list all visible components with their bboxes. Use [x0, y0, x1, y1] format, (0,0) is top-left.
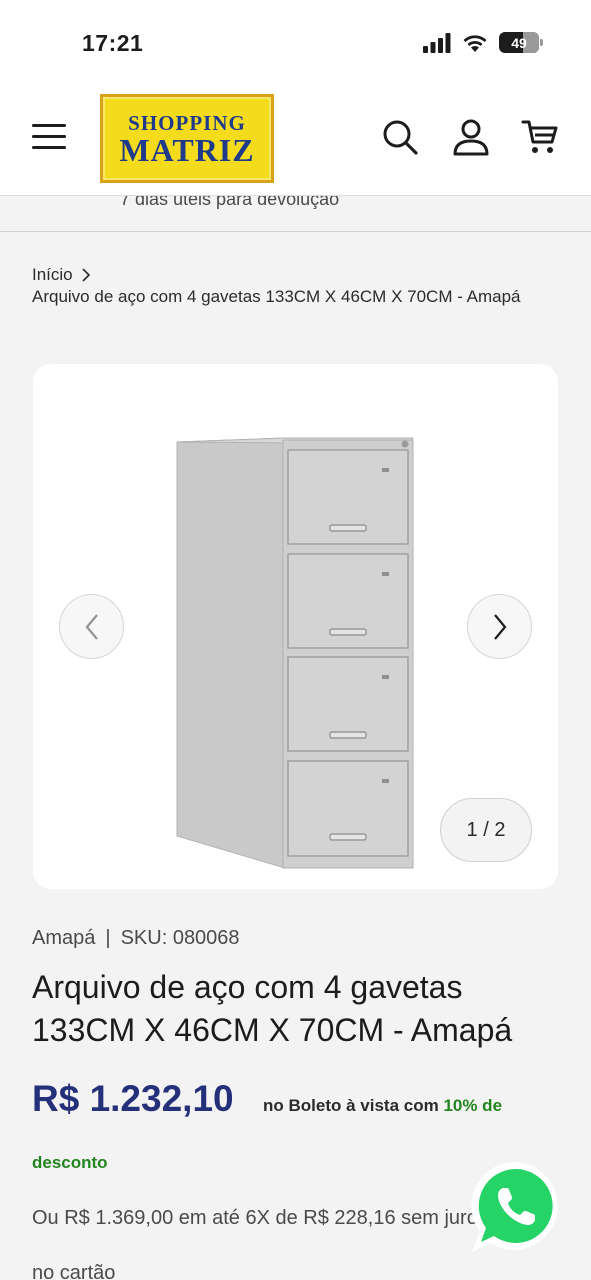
installments-tail: no cartão	[32, 1262, 116, 1280]
discount-percent: 10% de	[443, 1096, 503, 1115]
logo-line2: MATRIZ	[119, 131, 255, 168]
status-time: 17:21	[82, 30, 144, 56]
vendor-sku-line: Amapá | SKU: 080068	[32, 927, 240, 950]
site-logo[interactable]: SHOPPING MATRIZ	[100, 94, 274, 183]
product-gallery[interactable]: 1 / 2	[33, 364, 558, 889]
account-icon[interactable]	[452, 118, 490, 156]
signal-icon	[423, 32, 451, 53]
product-price: R$ 1.232,10	[32, 1078, 234, 1119]
status-bar: 17:21 49	[0, 0, 591, 80]
status-icons: 49	[423, 32, 543, 53]
chevron-right-icon	[493, 613, 506, 640]
announcement-bar: 7 dias úteis para devolução	[0, 196, 591, 232]
gallery-prev-button[interactable]	[59, 594, 124, 659]
whatsapp-icon[interactable]	[468, 1158, 566, 1256]
chevron-right-icon	[82, 268, 90, 282]
search-icon[interactable]	[381, 118, 419, 156]
boleto-note: no Boleto à vista com 10% de	[263, 1096, 502, 1116]
announcement-text: 7 dias úteis para devolução	[120, 196, 340, 209]
breadcrumb: Início Arquivo de aço com 4 gavetas 133C…	[32, 264, 532, 308]
breadcrumb-home-label: Início	[32, 265, 73, 284]
menu-icon[interactable]	[32, 124, 66, 150]
battery-level: 49	[511, 34, 527, 51]
product-sku: SKU: 080068	[120, 927, 240, 949]
chevron-left-icon	[85, 613, 98, 640]
site-header: SHOPPING MATRIZ	[0, 80, 591, 196]
cart-icon[interactable]	[521, 118, 559, 156]
product-vendor[interactable]: Amapá	[32, 927, 95, 949]
boleto-text: no Boleto à vista com	[263, 1096, 439, 1115]
product-title: Arquivo de aço com 4 gavetas 133CM X 46C…	[32, 969, 513, 1048]
battery-icon: 49	[499, 32, 543, 53]
logo-line1: SHOPPING	[128, 110, 246, 135]
separator: |	[105, 927, 111, 949]
installments-text: Ou R$ 1.369,00 em até 6X de R$ 228,16 se…	[32, 1207, 488, 1229]
gallery-counter: 1 / 2	[440, 798, 532, 862]
filing-cabinet-image	[176, 437, 414, 869]
wifi-icon	[463, 34, 487, 52]
gallery-next-button[interactable]	[467, 594, 532, 659]
breadcrumb-current: Arquivo de aço com 4 gavetas 133CM X 46C…	[32, 287, 521, 306]
discount-word: desconto	[32, 1153, 108, 1172]
breadcrumb-home[interactable]: Início	[32, 264, 91, 286]
